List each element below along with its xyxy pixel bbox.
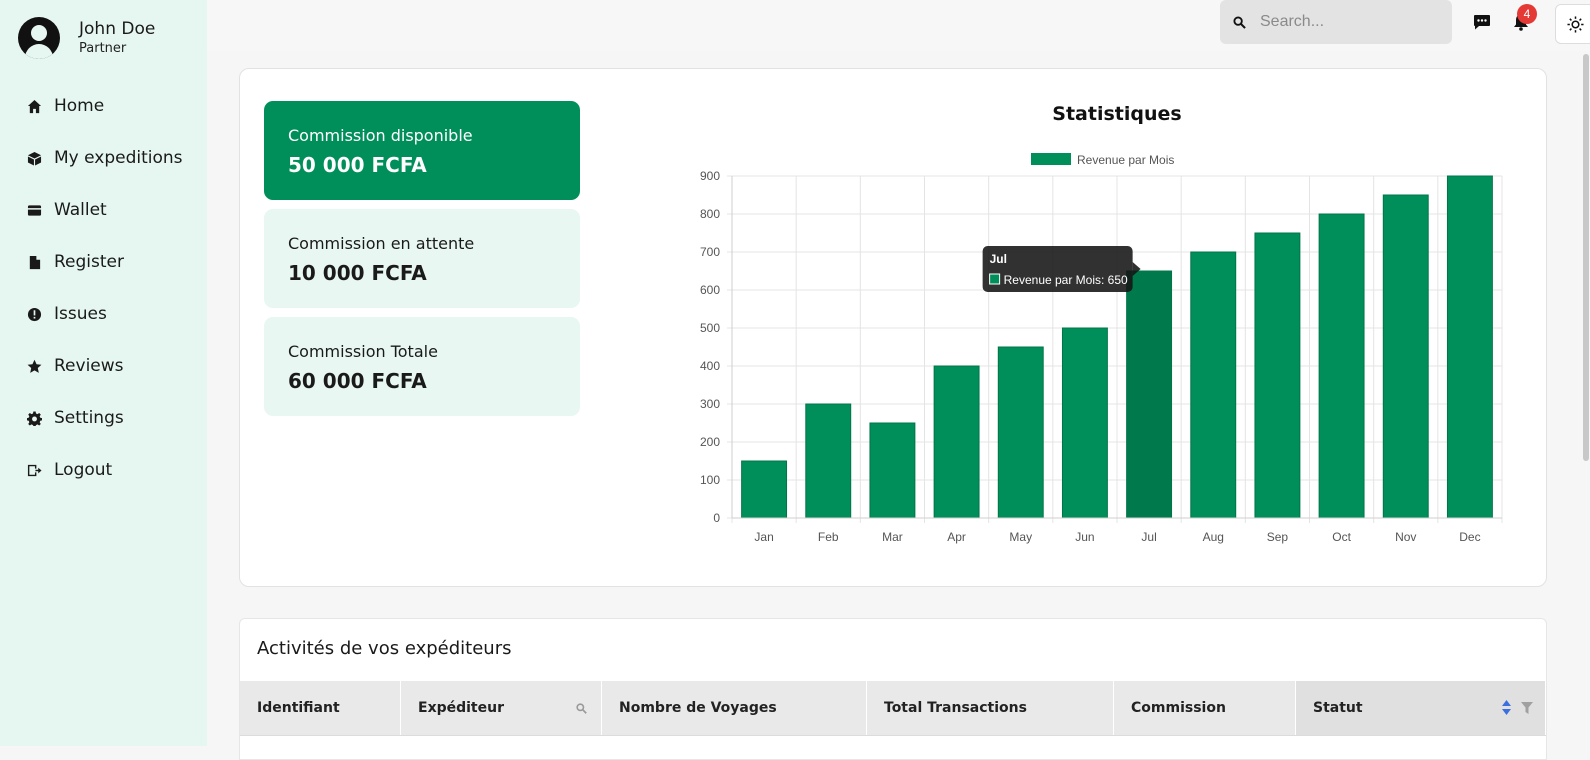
logout-icon [26, 462, 42, 478]
y-tick-label: 100 [700, 473, 720, 487]
sidebar-item-label: Wallet [54, 200, 107, 220]
notification-badge: 4 [1517, 4, 1537, 24]
x-tick-label: May [1009, 530, 1032, 544]
sidebar-item-label: Home [54, 96, 105, 116]
avatar [18, 17, 60, 59]
x-tick-label: Nov [1395, 530, 1416, 544]
revenue-bar-chart: Statistiques Revenue par Mois 0 100 200 300 40… [700, 103, 1503, 544]
bar [1126, 270, 1173, 519]
sidebar-item-label: Issues [54, 304, 107, 324]
document-icon [26, 254, 42, 270]
profile-name: John Doe [79, 19, 156, 39]
bar [1254, 232, 1301, 519]
sidebar-item-logout[interactable]: Logout [0, 444, 207, 496]
sun-icon [1566, 15, 1584, 33]
bar [1061, 327, 1108, 519]
y-tick-label: 500 [700, 321, 720, 335]
column-label: Total Transactions [884, 700, 1027, 716]
column-header-identifiant[interactable]: Identifiant [240, 681, 401, 735]
sidebar-item-reviews[interactable]: Reviews [0, 340, 207, 392]
sidebar-item-label: Logout [54, 460, 113, 480]
wallet-icon [26, 202, 42, 218]
dashboard-card: Commission disponible 50 000 FCFA Commis… [239, 68, 1547, 587]
column-label: Expéditeur [418, 700, 504, 716]
column-header-statut[interactable]: Statut [1296, 681, 1546, 735]
search-icon[interactable] [576, 702, 587, 718]
scrollbar[interactable] [1583, 54, 1589, 461]
column-header-nombre-voyages[interactable]: Nombre de Voyages [602, 681, 867, 735]
theme-toggle-button[interactable] [1555, 4, 1590, 44]
sidebar-nav: Home My expeditions Wallet Register Issu… [0, 80, 207, 496]
tooltip-text: Revenue par Mois: 650 [1004, 273, 1128, 287]
search-box[interactable] [1220, 0, 1452, 44]
table-header: Identifiant Expéditeur Nombre de Voyages… [240, 681, 1546, 736]
x-tick-label: Jun [1075, 530, 1094, 544]
x-tick-label: Aug [1203, 530, 1224, 544]
profile-role: Partner [79, 41, 127, 56]
x-tick-label: Apr [947, 530, 966, 544]
alert-icon [26, 306, 42, 322]
bar [1318, 213, 1365, 519]
star-icon [26, 358, 42, 374]
table-title: Activités de vos expéditeurs [257, 638, 512, 659]
legend-label: Revenue par Mois [1077, 153, 1174, 167]
search-icon [1233, 15, 1246, 29]
column-label: Nombre de Voyages [619, 700, 777, 716]
y-tick-label: 600 [700, 283, 720, 297]
x-tick-label: Sep [1267, 530, 1289, 544]
tooltip-title: Jul [990, 252, 1007, 266]
tooltip-swatch [989, 273, 1001, 285]
y-tick-label: 700 [700, 245, 720, 259]
sort-icon[interactable] [1502, 700, 1511, 719]
activities-table-card: Activités de vos expéditeurs Identifiant… [239, 618, 1547, 760]
sidebar-item-label: Reviews [54, 356, 124, 376]
sidebar-item-home[interactable]: Home [0, 80, 207, 132]
sidebar-item-label: Settings [54, 408, 124, 428]
gear-icon [26, 410, 42, 426]
filter-icon[interactable] [1521, 702, 1533, 718]
sidebar-item-issues[interactable]: Issues [0, 288, 207, 340]
y-tick-label: 400 [700, 359, 720, 373]
bar [933, 365, 980, 519]
bar [1446, 175, 1493, 519]
search-input[interactable] [1258, 12, 1442, 32]
bar [869, 422, 916, 519]
column-header-commission[interactable]: Commission [1114, 681, 1296, 735]
chart-title: Statistiques [1052, 103, 1181, 125]
y-tick-label: 800 [700, 207, 720, 221]
y-tick-label: 200 [700, 435, 720, 449]
column-label: Identifiant [257, 700, 340, 716]
package-icon [26, 150, 42, 166]
x-tick-label: Mar [882, 530, 903, 544]
bar [1382, 194, 1429, 519]
sidebar-item-my-expeditions[interactable]: My expeditions [0, 132, 207, 184]
sidebar-item-register[interactable]: Register [0, 236, 207, 288]
bar [741, 460, 788, 519]
x-tick-label: Jan [754, 530, 773, 544]
sidebar-item-label: Register [54, 252, 124, 272]
bar [1190, 251, 1237, 519]
home-icon [26, 98, 42, 114]
sidebar-item-label: My expeditions [54, 148, 183, 168]
bar [805, 403, 852, 519]
sidebar-item-wallet[interactable]: Wallet [0, 184, 207, 236]
y-tick-label: 900 [700, 169, 720, 183]
legend-swatch [1031, 153, 1071, 165]
x-tick-label: Feb [818, 530, 839, 544]
x-tick-label: Dec [1459, 530, 1480, 544]
bar [997, 346, 1044, 519]
sidebar-item-settings[interactable]: Settings [0, 392, 207, 444]
y-tick-label: 0 [713, 511, 720, 525]
x-tick-label: Oct [1332, 530, 1351, 544]
y-tick-label: 300 [700, 397, 720, 411]
sidebar: John Doe Partner Home My expeditions Wal… [0, 0, 207, 746]
x-tick-label: Jul [1141, 530, 1156, 544]
messages-icon[interactable] [1471, 11, 1493, 33]
column-label: Commission [1131, 700, 1226, 716]
column-header-total-transactions[interactable]: Total Transactions [867, 681, 1114, 735]
column-header-expediteur[interactable]: Expéditeur [401, 681, 602, 735]
column-label: Statut [1313, 700, 1363, 716]
user-profile[interactable]: John Doe Partner [18, 17, 155, 59]
